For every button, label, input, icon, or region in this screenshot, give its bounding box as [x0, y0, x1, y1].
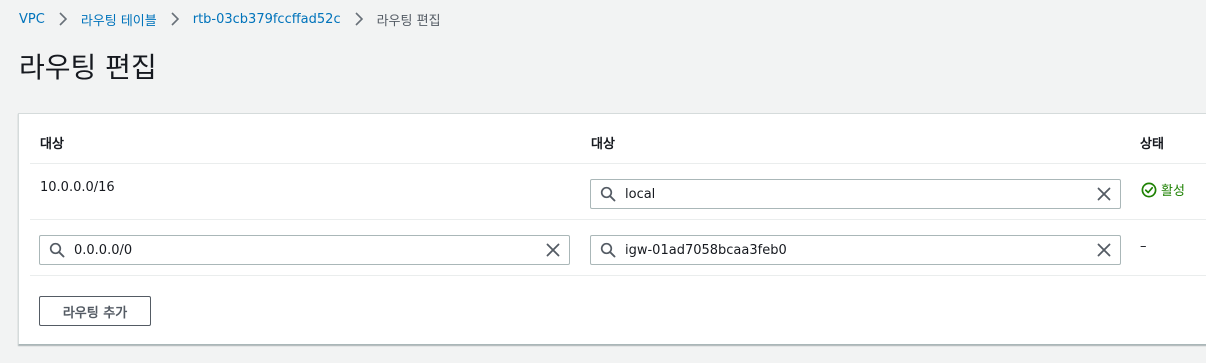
- close-icon[interactable]: [1097, 187, 1111, 201]
- breadcrumb: VPC 라우팅 테이블 rtb-03cb379fccffad52c 라우팅 편집: [19, 9, 441, 29]
- route-target-field[interactable]: local: [590, 179, 1121, 209]
- add-route-button[interactable]: 라우팅 추가: [39, 296, 151, 326]
- column-header-status: 상태: [1140, 137, 1164, 152]
- breadcrumb-vpc-link[interactable]: VPC: [19, 12, 45, 27]
- route-destination-text: 10.0.0.0/16: [40, 180, 115, 195]
- column-header-target: 대상: [591, 137, 615, 152]
- search-icon: [600, 186, 616, 202]
- route-target-field[interactable]: igw-01ad7058bcaa3feb0: [590, 235, 1121, 265]
- page-title: 라우팅 편집: [19, 51, 157, 84]
- route-destination-value: 0.0.0.0/0: [74, 242, 133, 258]
- chevron-right-icon: [341, 12, 377, 26]
- chevron-right-icon: [157, 12, 193, 26]
- column-header-destination: 대상: [40, 137, 64, 152]
- breadcrumb-route-table-id-link[interactable]: rtb-03cb379fccffad52c: [193, 12, 341, 27]
- row-divider: [30, 219, 1206, 220]
- row-divider: [30, 275, 1206, 276]
- status-badge: 활성: [1141, 180, 1185, 199]
- close-icon[interactable]: [546, 243, 560, 257]
- check-circle-icon: [1141, 182, 1157, 197]
- breadcrumb-current: 라우팅 편집: [376, 13, 441, 29]
- search-icon: [49, 242, 65, 258]
- status-empty: –: [1140, 239, 1147, 254]
- close-icon[interactable]: [1097, 243, 1111, 257]
- chevron-right-icon: [45, 12, 81, 26]
- search-icon: [600, 242, 616, 258]
- row-divider: [30, 163, 1206, 164]
- status-text: 활성: [1161, 184, 1185, 199]
- route-destination-field[interactable]: 0.0.0.0/0: [39, 235, 570, 265]
- route-target-value: igw-01ad7058bcaa3feb0: [625, 242, 787, 258]
- route-target-value: local: [625, 186, 656, 202]
- breadcrumb-route-tables-link[interactable]: 라우팅 테이블: [81, 10, 157, 29]
